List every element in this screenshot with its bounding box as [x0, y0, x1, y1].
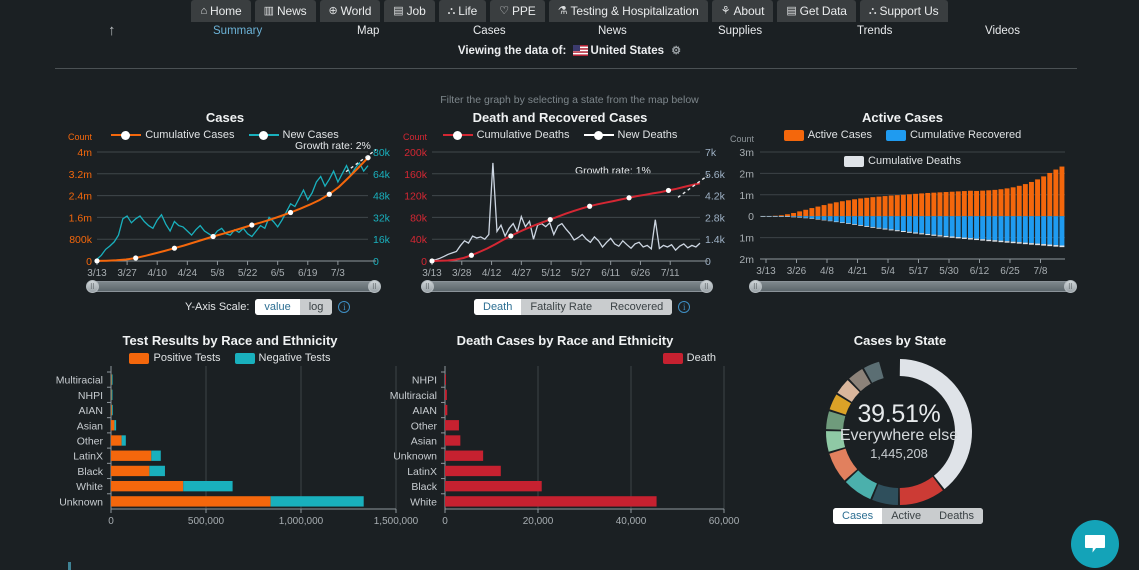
- toggle-option-deaths[interactable]: Deaths: [930, 508, 984, 524]
- chat-bubble-icon[interactable]: [1071, 520, 1119, 568]
- page-bottom-marker: [68, 562, 71, 570]
- toggle-option-active[interactable]: Active: [882, 508, 931, 524]
- donut-slice[interactable]: [826, 431, 846, 452]
- donut-slice[interactable]: [899, 359, 972, 490]
- donut-slice[interactable]: [826, 411, 846, 430]
- donut-slice[interactable]: [899, 476, 943, 505]
- toggle-option-cases[interactable]: Cases: [833, 508, 883, 524]
- donut-slice[interactable]: [872, 484, 899, 505]
- cases-by-state-metric-control: Cases Active Deaths: [833, 508, 984, 524]
- toggle-group: Cases Active Deaths: [833, 508, 984, 524]
- donut-chart: [826, 359, 972, 505]
